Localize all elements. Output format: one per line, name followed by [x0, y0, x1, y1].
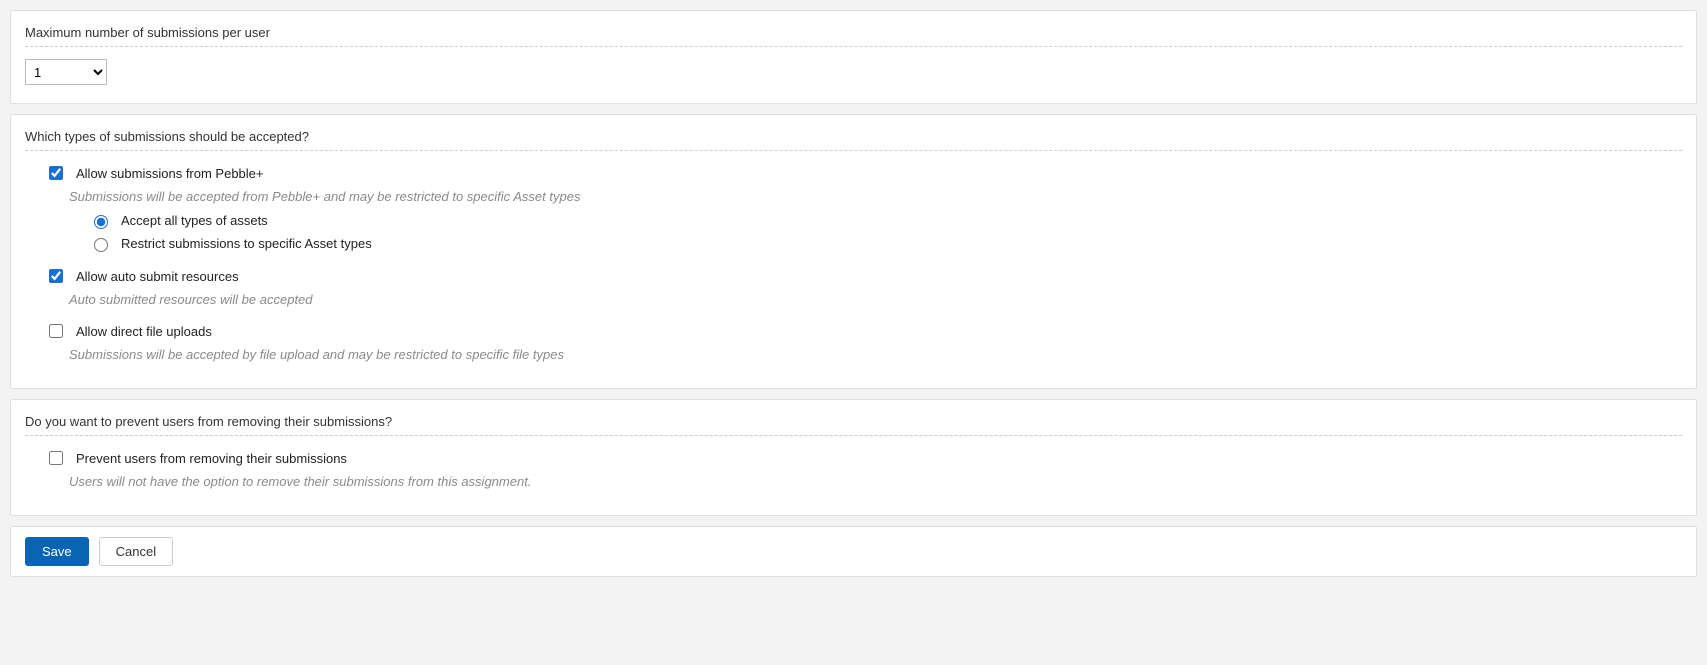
- allow-auto-group: Allow auto submit resources Auto submitt…: [45, 266, 1682, 307]
- prevent-remove-desc: Users will not have the option to remove…: [69, 474, 1682, 489]
- accept-all-label: Accept all types of assets: [121, 213, 268, 228]
- asset-type-radio-group: Accept all types of assets Restrict subm…: [89, 212, 1682, 252]
- allow-pebble-label: Allow submissions from Pebble+: [76, 166, 264, 181]
- restrict-radio[interactable]: [94, 238, 108, 252]
- restrict-row: Restrict submissions to specific Asset t…: [89, 235, 1682, 252]
- allow-direct-desc: Submissions will be accepted by file upl…: [69, 347, 1682, 362]
- allow-pebble-checkbox[interactable]: [49, 166, 63, 180]
- allow-direct-checkbox[interactable]: [49, 324, 63, 338]
- prevent-remove-row: Prevent users from removing their submis…: [45, 448, 1682, 468]
- accept-all-row: Accept all types of assets: [89, 212, 1682, 229]
- submission-types-title: Which types of submissions should be acc…: [25, 129, 1682, 144]
- max-submissions-title: Maximum number of submissions per user: [25, 25, 1682, 40]
- allow-auto-desc: Auto submitted resources will be accepte…: [69, 292, 1682, 307]
- divider: [25, 435, 1682, 436]
- save-button[interactable]: Save: [25, 537, 89, 566]
- allow-pebble-group: Allow submissions from Pebble+ Submissio…: [45, 163, 1682, 252]
- allow-direct-row: Allow direct file uploads: [45, 321, 1682, 341]
- prevent-remove-label: Prevent users from removing their submis…: [76, 451, 347, 466]
- prevent-remove-group: Prevent users from removing their submis…: [45, 448, 1682, 489]
- restrict-label: Restrict submissions to specific Asset t…: [121, 236, 372, 251]
- allow-pebble-desc: Submissions will be accepted from Pebble…: [69, 189, 1682, 204]
- max-submissions-panel: Maximum number of submissions per user 1: [10, 10, 1697, 104]
- allow-auto-row: Allow auto submit resources: [45, 266, 1682, 286]
- allow-direct-label: Allow direct file uploads: [76, 324, 212, 339]
- allow-direct-group: Allow direct file uploads Submissions wi…: [45, 321, 1682, 362]
- prevent-remove-title: Do you want to prevent users from removi…: [25, 414, 1682, 429]
- accept-all-radio[interactable]: [94, 215, 108, 229]
- cancel-button[interactable]: Cancel: [99, 537, 173, 566]
- divider: [25, 150, 1682, 151]
- action-bar: Save Cancel: [10, 526, 1697, 577]
- max-submissions-select[interactable]: 1: [25, 59, 107, 85]
- allow-auto-checkbox[interactable]: [49, 269, 63, 283]
- divider: [25, 46, 1682, 47]
- prevent-remove-panel: Do you want to prevent users from removi…: [10, 399, 1697, 516]
- prevent-remove-checkbox[interactable]: [49, 451, 63, 465]
- allow-pebble-row: Allow submissions from Pebble+: [45, 163, 1682, 183]
- submission-types-panel: Which types of submissions should be acc…: [10, 114, 1697, 389]
- allow-auto-label: Allow auto submit resources: [76, 269, 239, 284]
